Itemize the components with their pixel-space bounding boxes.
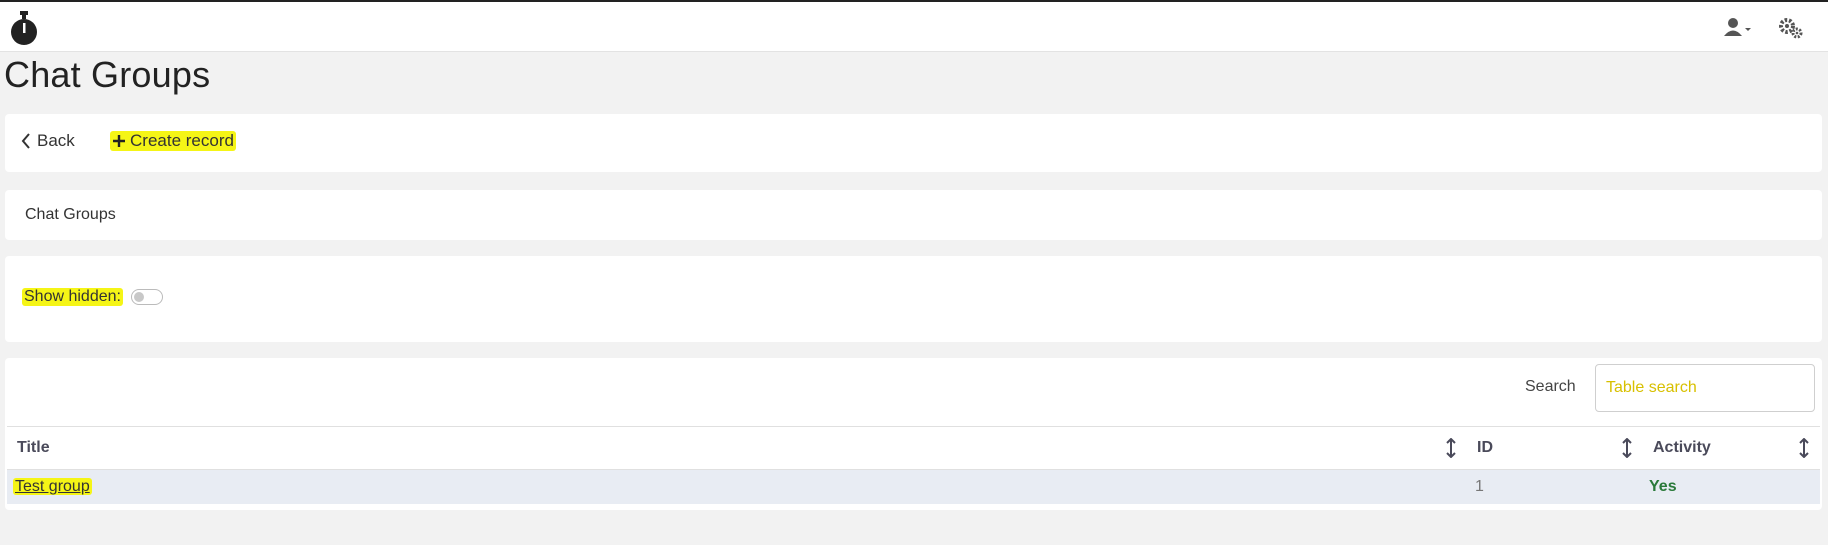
create-record-label: Create record	[130, 131, 234, 150]
chat-groups-table: Title ID Activity Test group 1 Yes	[7, 426, 1820, 504]
show-hidden-toggle[interactable]	[130, 289, 163, 305]
settings-button[interactable]	[1778, 16, 1804, 40]
user-menu-button[interactable]	[1724, 16, 1754, 40]
show-hidden-filter: Show hidden:	[22, 288, 163, 306]
cell-activity: Yes	[1643, 469, 1820, 504]
toolbar-panel: Back Create record	[5, 114, 1822, 172]
table-header-row: Title ID Activity	[7, 426, 1820, 470]
column-header-title[interactable]: Title	[7, 426, 1467, 470]
caret-down-icon	[1745, 28, 1751, 31]
stopwatch-icon[interactable]	[8, 10, 40, 46]
table-row[interactable]: Test group 1 Yes	[7, 469, 1820, 504]
filter-panel: Show hidden:	[5, 256, 1822, 342]
table-panel: Search Title ID Activity	[5, 358, 1822, 510]
plus-icon	[113, 135, 125, 147]
column-header-activity[interactable]: Activity	[1643, 426, 1820, 470]
cell-title: Test group	[7, 469, 1467, 504]
search-label: Search	[1525, 378, 1576, 395]
back-button[interactable]: Back	[21, 131, 75, 151]
cell-id: 1	[1467, 469, 1643, 504]
row-title-link[interactable]: Test group	[13, 478, 92, 495]
sort-icon[interactable]	[1445, 438, 1457, 458]
chevron-left-icon	[21, 133, 30, 149]
sort-icon[interactable]	[1621, 438, 1633, 458]
column-title-label: Title	[17, 439, 50, 456]
breadcrumb: Chat Groups	[25, 206, 116, 223]
page-title: Chat Groups	[4, 54, 211, 95]
user-icon	[1724, 18, 1751, 36]
column-activity-label: Activity	[1653, 439, 1711, 456]
sort-icon[interactable]	[1798, 438, 1810, 458]
column-id-label: ID	[1477, 439, 1493, 456]
table-search-input[interactable]	[1595, 364, 1815, 412]
column-header-id[interactable]: ID	[1467, 426, 1643, 470]
show-hidden-label: Show hidden:	[22, 288, 123, 306]
breadcrumb-panel: Chat Groups	[5, 190, 1822, 240]
gears-icon	[1779, 18, 1803, 39]
top-bar	[0, 0, 1828, 52]
create-record-button[interactable]: Create record	[110, 131, 236, 151]
back-label: Back	[37, 131, 75, 150]
